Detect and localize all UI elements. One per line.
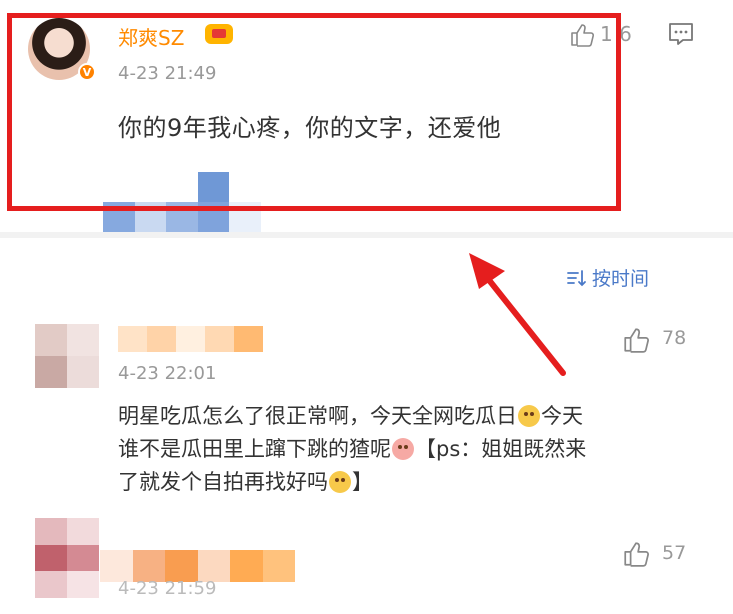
verified-badge-icon: V — [78, 63, 96, 81]
timestamp: 4-23 21:59 — [118, 578, 217, 599]
timestamp: 4-23 21:49 — [118, 63, 217, 84]
text-segment: 明星吃瓜怎么了很正常啊，今天全网吃瓜日 — [118, 404, 517, 428]
like-icon[interactable] — [569, 22, 595, 48]
avatar[interactable] — [35, 324, 99, 388]
arrow-icon — [469, 253, 566, 376]
like-count: 1 6 — [600, 22, 632, 46]
text-segment: 】 — [352, 470, 373, 494]
comment-image[interactable] — [103, 172, 261, 232]
comment-icon[interactable] — [667, 20, 695, 48]
text-segment: 了就发个自拍再找好吗 — [118, 470, 328, 494]
timestamp: 4-23 22:01 — [118, 363, 217, 384]
doge-emoji-icon — [329, 471, 351, 493]
username[interactable]: 郑爽SZ — [118, 22, 184, 51]
like-count: 78 — [662, 327, 687, 349]
divider — [0, 232, 733, 238]
like-icon[interactable] — [622, 540, 650, 568]
comment-text: 你的9年我心疼，你的文字，还爱他 — [118, 114, 502, 142]
like-count: 57 — [662, 542, 687, 564]
comment-text: 明星吃瓜怎么了很正常啊，今天全网吃瓜日 今天 谁不是瓜田里上蹿下跳的猹呢 【ps：姐… — [118, 400, 698, 499]
avatar[interactable] — [35, 518, 99, 598]
like-icon[interactable] — [622, 326, 650, 354]
sort-button[interactable]: 按时间 — [566, 264, 649, 291]
sort-label: 按时间 — [592, 268, 650, 290]
top-comment: V 郑爽SZ 4-23 21:49 你的9年我心疼，你的文字，还爱他 1 6 — [0, 0, 733, 238]
text-segment: 今天 — [541, 404, 583, 428]
username[interactable] — [118, 326, 263, 352]
doge-emoji-icon — [518, 405, 540, 427]
text-segment: 【ps：姐姐既然来 — [415, 437, 587, 461]
drool-emoji-icon — [392, 438, 414, 460]
crown-icon — [205, 24, 233, 44]
text-segment: 谁不是瓜田里上蹿下跳的猹呢 — [118, 437, 391, 461]
